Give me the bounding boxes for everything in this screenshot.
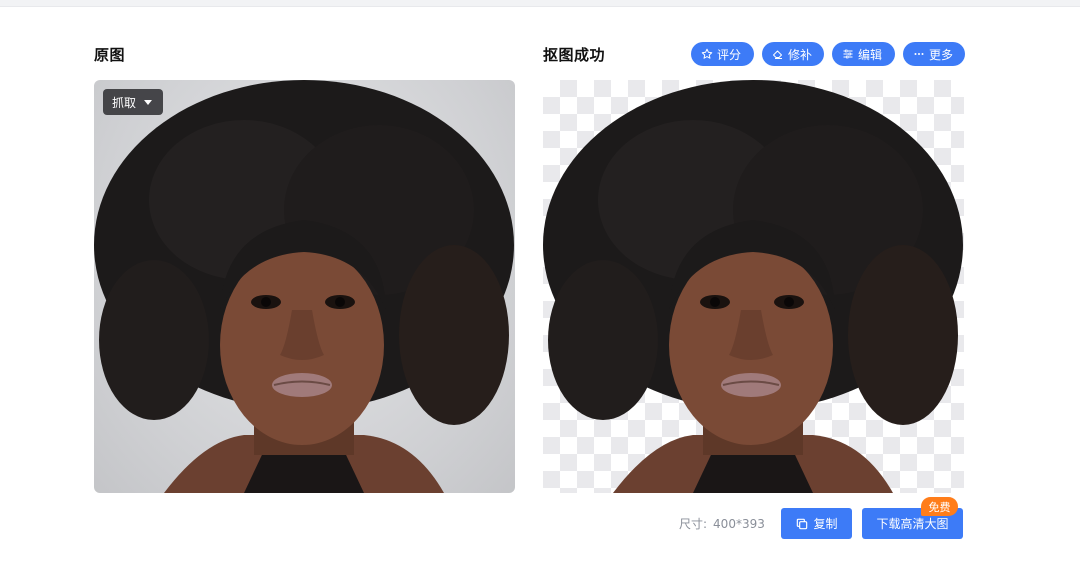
original-image bbox=[94, 80, 515, 493]
edit-button[interactable]: 编辑 bbox=[832, 42, 895, 66]
sliders-icon bbox=[843, 49, 853, 59]
portrait-original bbox=[94, 80, 514, 493]
caret-down-icon bbox=[144, 99, 153, 105]
eraser-icon bbox=[773, 50, 782, 59]
more-label: 更多 bbox=[929, 47, 954, 62]
edit-label: 编辑 bbox=[858, 47, 883, 62]
original-title: 原图 bbox=[94, 46, 126, 64]
top-border bbox=[0, 0, 1080, 7]
copy-icon bbox=[797, 518, 808, 529]
patch-button[interactable]: 修补 bbox=[762, 42, 824, 66]
size-value: 400*393 bbox=[713, 517, 765, 531]
rate-button[interactable]: 评分 bbox=[691, 42, 754, 66]
grab-dropdown[interactable]: 抓取 bbox=[103, 89, 163, 115]
free-badge: 免费 bbox=[921, 497, 958, 516]
result-actions: 评分 修补 编辑 更多 bbox=[691, 42, 965, 66]
portrait-cutout bbox=[543, 80, 963, 493]
result-image bbox=[543, 80, 964, 493]
patch-label: 修补 bbox=[788, 47, 813, 62]
result-title: 抠图成功 bbox=[543, 46, 606, 64]
star-icon bbox=[701, 48, 713, 59]
rate-label: 评分 bbox=[717, 47, 742, 62]
copy-label: 复制 bbox=[813, 517, 838, 531]
size-label-text: 尺寸: bbox=[679, 517, 708, 531]
grab-label: 抓取 bbox=[112, 95, 137, 110]
download-label: 下载高清大图 bbox=[876, 517, 949, 531]
more-button[interactable]: 更多 bbox=[903, 42, 965, 66]
copy-button[interactable]: 复制 bbox=[781, 508, 852, 539]
size-info: 尺寸: 400*393 bbox=[679, 515, 765, 532]
more-icon bbox=[914, 53, 924, 55]
